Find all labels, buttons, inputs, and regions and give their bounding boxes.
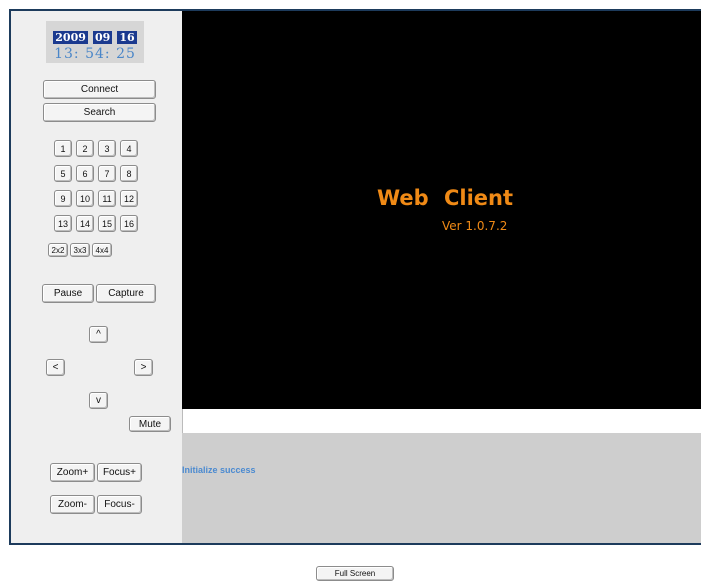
- connect-button[interactable]: Connect: [43, 80, 156, 99]
- date-display: 2009 09 16: [46, 26, 144, 45]
- channel-6-button[interactable]: 6: [76, 165, 94, 182]
- date-month: 09: [93, 31, 113, 44]
- ptz-right-button[interactable]: >: [134, 359, 153, 376]
- focus-out-button[interactable]: Focus-: [97, 495, 142, 514]
- capture-button[interactable]: Capture: [96, 284, 156, 303]
- ptz-left-button[interactable]: <: [46, 359, 65, 376]
- channel-12-button[interactable]: 12: [120, 190, 138, 207]
- focus-in-button[interactable]: Focus+: [97, 463, 142, 482]
- date-year: 2009: [53, 31, 88, 44]
- status-message: Initialize success: [182, 465, 256, 475]
- channel-7-button[interactable]: 7: [98, 165, 116, 182]
- video-title: Web Client: [377, 186, 514, 210]
- layout-3x3-button[interactable]: 3x3: [70, 243, 90, 257]
- channel-16-button[interactable]: 16: [120, 215, 138, 232]
- layout-2x2-button[interactable]: 2x2: [48, 243, 68, 257]
- channel-3-button[interactable]: 3: [98, 140, 116, 157]
- full-screen-button[interactable]: Full Screen: [316, 566, 394, 581]
- video-version: Ver 1.0.7.2: [442, 219, 508, 233]
- date-day: 16: [117, 31, 137, 44]
- ptz-down-button[interactable]: v: [89, 392, 108, 409]
- zoom-out-button[interactable]: Zoom-: [50, 495, 95, 514]
- channel-9-button[interactable]: 9: [54, 190, 72, 207]
- search-button[interactable]: Search: [43, 103, 156, 122]
- time-display: 13: 54: 25: [54, 46, 136, 62]
- channel-15-button[interactable]: 15: [98, 215, 116, 232]
- zoom-in-button[interactable]: Zoom+: [50, 463, 95, 482]
- channel-1-button[interactable]: 1: [54, 140, 72, 157]
- channel-5-button[interactable]: 5: [54, 165, 72, 182]
- channel-11-button[interactable]: 11: [98, 190, 116, 207]
- pause-button[interactable]: Pause: [42, 284, 94, 303]
- control-sidebar: 2009 09 16 13: 54: 25 Connect Search 1 2…: [11, 11, 183, 543]
- channel-2-button[interactable]: 2: [76, 140, 94, 157]
- layout-4x4-button[interactable]: 4x4: [92, 243, 112, 257]
- clock-display: 2009 09 16 13: 54: 25: [46, 21, 144, 63]
- channel-10-button[interactable]: 10: [76, 190, 94, 207]
- mute-button[interactable]: Mute: [129, 416, 171, 432]
- status-panel: Initialize success: [182, 433, 701, 543]
- ptz-up-button[interactable]: ^: [89, 326, 108, 343]
- video-display[interactable]: Web Client Ver 1.0.7.2: [182, 11, 701, 409]
- client-frame: 2009 09 16 13: 54: 25 Connect Search 1 2…: [9, 9, 701, 545]
- channel-4-button[interactable]: 4: [120, 140, 138, 157]
- channel-14-button[interactable]: 14: [76, 215, 94, 232]
- channel-8-button[interactable]: 8: [120, 165, 138, 182]
- channel-13-button[interactable]: 13: [54, 215, 72, 232]
